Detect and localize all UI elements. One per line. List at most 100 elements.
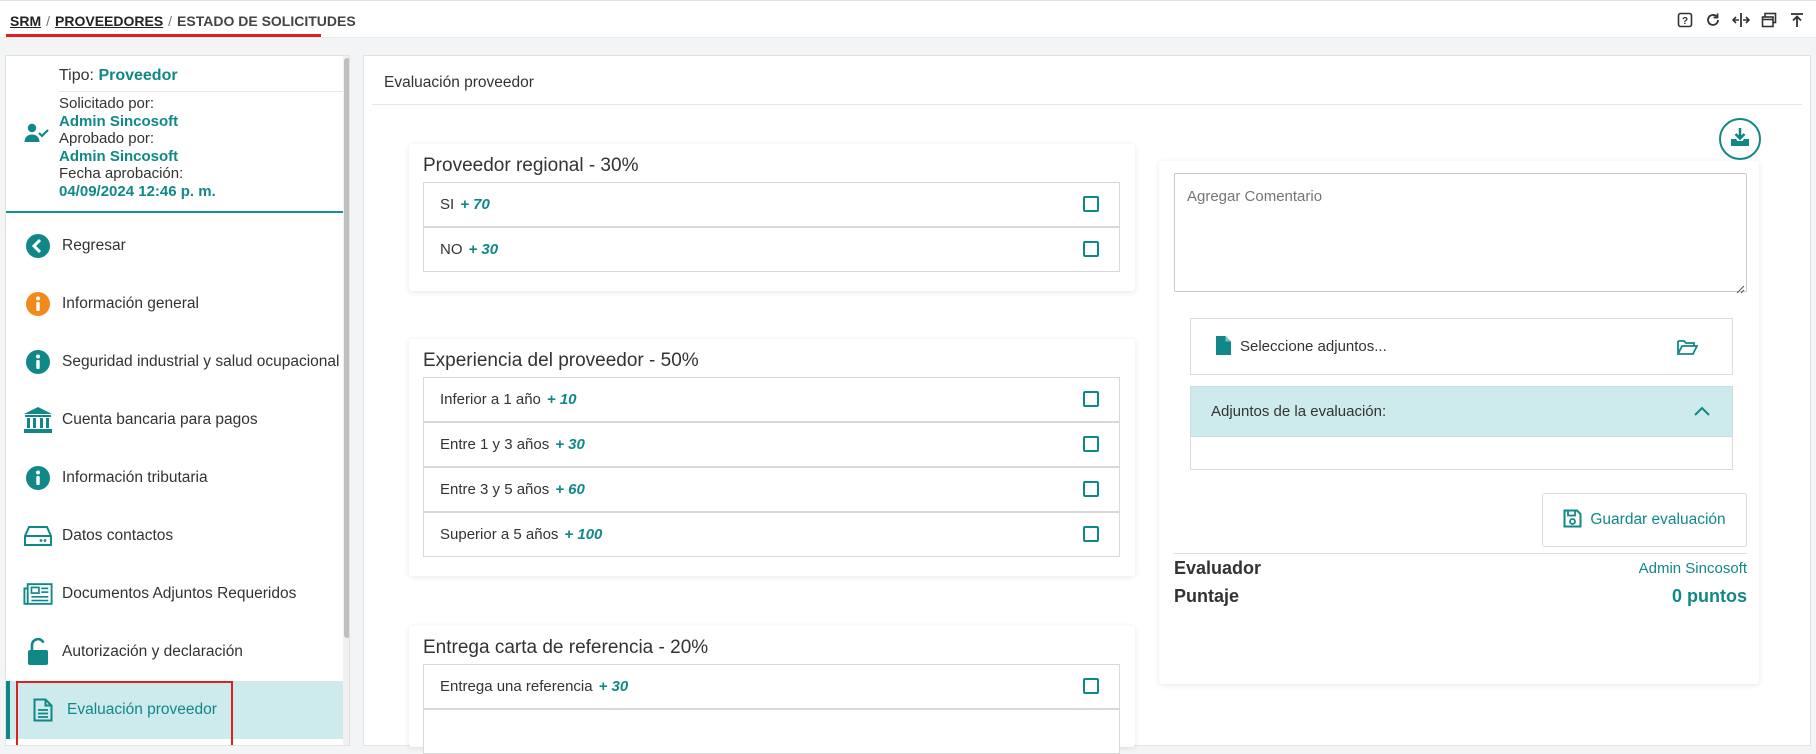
option-checkbox[interactable] — [1083, 436, 1099, 452]
newspaper-icon — [23, 579, 53, 609]
nav-item-informacion-tributaria[interactable]: Información tributaria — [6, 449, 343, 507]
nav-item-label: Regresar — [62, 237, 126, 254]
option-label: Entre 3 y 5 años + 60 — [440, 481, 585, 498]
criterion-weight: - 50% — [649, 350, 699, 371]
file-icon — [1216, 336, 1231, 360]
approved-by-label: Aprobado por: — [59, 130, 155, 147]
criterion-name: Entrega carta de referencia — [423, 637, 654, 658]
criterion-option[interactable]: Superior a 5 años + 100 — [423, 512, 1120, 557]
option-checkbox[interactable] — [1083, 391, 1099, 407]
attachment-placeholder: Seleccione adjuntos... — [1240, 338, 1387, 355]
evaluator-label: Evaluador — [1174, 558, 1262, 578]
top-toolbar: ? — [1676, 11, 1806, 29]
svg-text:?: ? — [1682, 16, 1688, 27]
option-checkbox[interactable] — [1083, 481, 1099, 497]
option-label: NO + 30 — [440, 241, 498, 258]
criterion-weight: - 30% — [588, 155, 639, 176]
scrollbar-thumb[interactable] — [344, 58, 349, 638]
option-checkbox[interactable] — [1083, 526, 1099, 542]
user-check-icon — [24, 122, 50, 149]
request-type: Tipo: Proveedor — [59, 67, 178, 85]
nav-item-regresar[interactable]: Regresar — [6, 217, 343, 275]
back-arrow-icon — [23, 231, 53, 261]
option-points: + 30 — [598, 678, 629, 695]
unlock-icon — [23, 637, 53, 667]
requested-by-label: Solicitado por: — [59, 95, 155, 112]
criterion-weight: - 20% — [658, 637, 709, 658]
pin-top-icon[interactable] — [1788, 11, 1806, 29]
sidebar-scrollbar[interactable] — [343, 56, 349, 745]
nav-item-label: Información tributaria — [62, 469, 208, 486]
chevron-up-icon — [1694, 403, 1710, 421]
nav-item-autorizacion-declaracion[interactable]: Autorización y declaración — [6, 623, 343, 681]
nav-item-label: Seguridad industrial y salud ocupacional — [62, 353, 340, 370]
nav-item-label: Evaluación proveedor — [67, 701, 217, 718]
score-row: Puntaje 0 puntos — [1174, 586, 1747, 612]
drive-icon — [23, 521, 53, 551]
criterion-name: Proveedor regional — [423, 155, 584, 176]
attachments-accordion-header[interactable]: Adjuntos de la evaluación: — [1190, 386, 1733, 437]
breadcrumb-current: ESTADO DE SOLICITUDES — [177, 13, 356, 29]
breadcrumb-highlight — [6, 34, 321, 37]
nav-item-informacion-general[interactable]: Información general — [6, 275, 343, 333]
option-text: Entre 1 y 3 años — [440, 436, 550, 453]
criterion-title: Proveedor regional - 30% — [423, 155, 638, 177]
option-text: NO — [440, 241, 463, 258]
score-label: Puntaje — [1174, 586, 1240, 606]
download-icon — [1729, 126, 1751, 153]
criterion-option[interactable] — [423, 709, 1120, 754]
split-icon[interactable] — [1732, 11, 1750, 29]
save-evaluation-button[interactable]: Guardar evaluación — [1542, 493, 1747, 547]
help-icon[interactable]: ? — [1676, 11, 1694, 29]
attachments-list — [1190, 437, 1733, 470]
request-type-label: Tipo: — [59, 67, 94, 84]
approval-date-value: 04/09/2024 12:46 p. m. — [59, 182, 216, 200]
divider — [372, 104, 1802, 105]
refresh-icon[interactable] — [1704, 11, 1722, 29]
criterion-option[interactable]: Entre 1 y 3 años + 30 — [423, 422, 1120, 467]
nav-item-label: Cuenta bancaria para pagos — [62, 411, 258, 428]
breadcrumb-srm[interactable]: SRM — [10, 13, 41, 29]
option-checkbox[interactable] — [1083, 678, 1099, 694]
criterion-option[interactable]: Entre 3 y 5 años + 60 — [423, 467, 1120, 512]
resize-grip-icon[interactable] — [1736, 281, 1745, 299]
option-points: + 100 — [564, 526, 603, 543]
option-checkbox[interactable] — [1083, 196, 1099, 212]
window-icon[interactable] — [1760, 11, 1778, 29]
download-button[interactable] — [1719, 118, 1761, 160]
option-text: Inferior a 1 año — [440, 391, 541, 408]
info-icon — [23, 347, 53, 377]
nav-item-datos-contactos[interactable]: Datos contactos — [6, 507, 343, 565]
divider — [1174, 553, 1747, 554]
breadcrumb-proveedores[interactable]: PROVEEDORES — [55, 13, 163, 29]
save-icon — [1563, 509, 1582, 531]
option-text: SI — [440, 196, 455, 213]
nav-item-label: Autorización y declaración — [62, 643, 243, 660]
attachment-selector[interactable]: Seleccione adjuntos... — [1190, 318, 1733, 375]
criterion-card: Entrega carta de referencia - 20% Entreg… — [409, 626, 1135, 754]
option-text: Superior a 5 años — [440, 526, 559, 543]
option-text: Entrega una referencia — [440, 678, 593, 695]
criterion-option[interactable]: NO + 30 — [423, 227, 1120, 272]
criterion-card: Proveedor regional - 30% SI + 70 NO + 30 — [409, 144, 1135, 291]
option-label: Superior a 5 años + 100 — [440, 526, 602, 543]
option-checkbox[interactable] — [1083, 241, 1099, 257]
main-panel: Evaluación proveedor Proveedor regional … — [363, 55, 1811, 754]
option-text: Entre 3 y 5 años — [440, 481, 550, 498]
nav-item-evaluacion-proveedor[interactable]: Evaluación proveedor — [6, 681, 343, 745]
active-indicator — [6, 681, 10, 739]
nav-item-documentos-adjuntos[interactable]: Documentos Adjuntos Requeridos — [6, 565, 343, 623]
nav-item-label: Información general — [62, 295, 199, 312]
option-points: + 60 — [555, 481, 585, 498]
nav-item-cuenta-bancaria[interactable]: Cuenta bancaria para pagos — [6, 391, 343, 449]
bank-icon — [23, 405, 53, 435]
comment-textarea[interactable] — [1174, 173, 1747, 292]
nav-item-seguridad-industrial[interactable]: Seguridad industrial y salud ocupacional — [6, 333, 343, 391]
request-info: Tipo: Proveedor Solicitado por: Admin Si… — [6, 56, 343, 213]
criterion-option[interactable]: Inferior a 1 año + 10 — [423, 377, 1120, 422]
criterion-card: Experiencia del proveedor - 50% Inferior… — [409, 339, 1135, 576]
criterion-option[interactable]: SI + 70 — [423, 182, 1120, 227]
criterion-option[interactable]: Entrega una referencia + 30 — [423, 664, 1120, 709]
breadcrumb-separator: / — [168, 13, 173, 29]
folder-open-icon[interactable] — [1677, 339, 1699, 361]
